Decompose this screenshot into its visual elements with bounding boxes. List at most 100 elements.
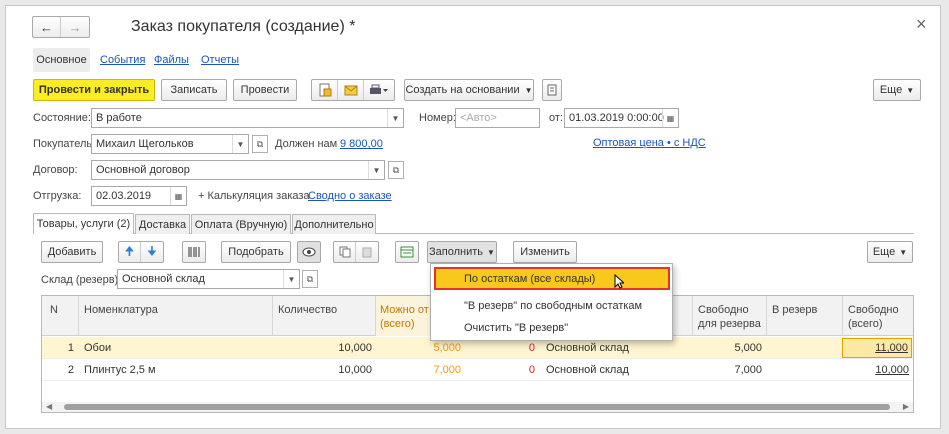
row-warehouse: Основной склад [546,342,629,354]
row-can-ship: 5,000 [433,342,461,354]
shipment-date-field[interactable]: 02.03.2019 ▦ [91,186,187,206]
document-window: ← → Заказ покупателя (создание) * × Осно… [5,5,941,429]
save-button[interactable]: Записать [161,79,227,101]
date-field[interactable]: 01.03.2019 0:00:00 ▦ [564,108,679,128]
related-documents-button[interactable] [542,79,562,101]
dropdown-icon[interactable]: ▼ [387,109,403,127]
mouse-cursor-icon [614,274,624,289]
more-label: Еще [879,84,903,96]
row-free-reserve: 5,000 [734,342,762,354]
buyer-value: Михаил Щегольков [96,138,194,150]
scroll-right-icon[interactable]: ▶ [903,402,909,411]
state-label: Состояние: [33,112,91,124]
change-button[interactable]: Изменить [513,241,577,263]
number-field[interactable]: <Авто> [455,108,540,128]
tab-delivery[interactable]: Доставка [135,214,190,234]
tab-payment[interactable]: Оплата (Вручную) [191,214,291,234]
add-button[interactable]: Добавить [41,241,103,263]
from-label: от: [549,112,563,124]
order-summary-link[interactable]: Сводно о заказе [308,190,392,202]
col-in-reserve: В резерв [772,304,818,316]
tab-main[interactable]: Основное [33,48,90,72]
forward-arrow-icon[interactable]: → [61,17,89,37]
dropdown-icon[interactable]: ▼ [283,270,299,288]
close-icon[interactable]: × [916,14,927,35]
scroll-left-icon[interactable]: ◀ [46,402,52,411]
row-number: 2 [67,364,74,376]
post-button[interactable]: Провести [233,79,297,101]
row-number: 1 [67,342,74,354]
row-warehouse: Основной склад [546,364,629,376]
contract-value: Основной договор [96,164,190,176]
document-structure-icon[interactable] [312,80,338,100]
debt-label: Должен нам [275,138,338,150]
col-qty: Количество [278,304,338,316]
move-down-icon[interactable]: 🠋 [141,242,163,262]
state-field[interactable]: В работе ▼ [91,108,404,128]
menu-item-clear-reserve[interactable]: Очистить "В резерв" [464,322,568,334]
dropdown-icon[interactable]: ▼ [368,161,384,179]
printer-icon[interactable] [364,80,394,100]
menu-item-by-stock[interactable]: По остаткам (все склады) [434,267,670,290]
create-based-on-button[interactable]: Создать на основании ▼ [404,79,534,101]
more-button[interactable]: Еще ▼ [873,79,921,101]
table-row[interactable]: 2 Плинтус 2,5 м 10,000 7,000 0 Основной … [42,359,913,381]
tab-goods-services[interactable]: Товары, услуги (2) [33,213,134,234]
col-free-reserve-line2: для резерва [698,318,761,330]
history-nav: ← → [32,16,90,38]
tab-additional[interactable]: Дополнительно [292,214,376,234]
row-free-total[interactable]: 10,000 [842,364,909,376]
move-up-icon[interactable]: 🠉 [119,242,141,262]
horizontal-scrollbar[interactable]: ◀ ▶ [42,402,913,412]
table-settings-button[interactable] [395,241,419,263]
calendar-icon[interactable]: ▦ [662,109,678,127]
move-group: 🠉 🠋 [118,241,164,263]
row-free-reserve: 7,000 [734,364,762,376]
eye-button[interactable] [297,241,321,263]
number-label: Номер: [419,112,456,124]
buyer-field[interactable]: Михаил Щегольков ▼ [91,134,249,154]
fill-dropdown-menu: По остаткам (все склады) "В резерв" по с… [430,263,673,341]
free-total-cell-selected[interactable]: 11,000 [842,338,912,358]
dropdown-icon[interactable]: ▼ [232,135,248,153]
row-item: Плинтус 2,5 м [84,364,156,376]
tab-events[interactable]: События [100,54,145,66]
row-item: Обои [84,342,112,354]
open-warehouse-icon[interactable]: ⧉ [302,270,318,288]
warehouse-field[interactable]: Основной склад ▼ [117,269,300,289]
paste-icon[interactable] [356,242,378,262]
number-placeholder: <Авто> [460,112,497,124]
copy-group [333,241,379,263]
scrollbar-thumb[interactable] [64,404,890,410]
barcode-button[interactable] [182,241,206,263]
post-and-close-button[interactable]: Провести и закрыть [33,79,155,101]
col-free-total-line1: Свободно [848,304,899,316]
menu-item-reserve-free[interactable]: "В резерв" по свободным остаткам [464,300,642,312]
menu-item-by-stock-label: По остаткам (все склады) [464,273,596,285]
shipment-label: Отгрузка: [33,190,82,202]
tab-files[interactable]: Файлы [154,54,189,66]
pick-button[interactable]: Подобрать [221,241,291,263]
create-based-on-label: Создать на основании [405,84,520,96]
chevron-down-icon: ▼ [487,247,495,257]
copy-icon[interactable] [334,242,356,262]
table-more-button[interactable]: Еще ▼ [867,241,913,263]
chevron-down-icon: ▼ [906,85,915,95]
contract-field[interactable]: Основной договор ▼ [91,160,385,180]
debt-value-link[interactable]: 9 800,00 [340,138,383,150]
envelope-icon[interactable] [338,80,364,100]
row-free-total[interactable]: 11,000 [875,342,908,354]
calculation-link[interactable]: + Калькуляция заказа [198,190,310,202]
col-sep [692,296,693,336]
col-free-reserve-line1: Свободно [698,304,749,316]
tab-reports[interactable]: Отчеты [201,54,239,66]
row-qty: 10,000 [338,364,372,376]
back-arrow-icon[interactable]: ← [33,17,61,37]
open-contract-icon[interactable]: ⧉ [388,161,404,179]
price-type-link[interactable]: Оптовая цена • с НДС [593,137,706,149]
chevron-down-icon: ▼ [899,247,908,257]
fill-button[interactable]: Заполнить ▼ [427,241,497,263]
col-can-ship-line2: (всего) [380,318,415,330]
calendar-icon[interactable]: ▦ [170,187,186,205]
open-buyer-icon[interactable]: ⧉ [252,135,268,153]
